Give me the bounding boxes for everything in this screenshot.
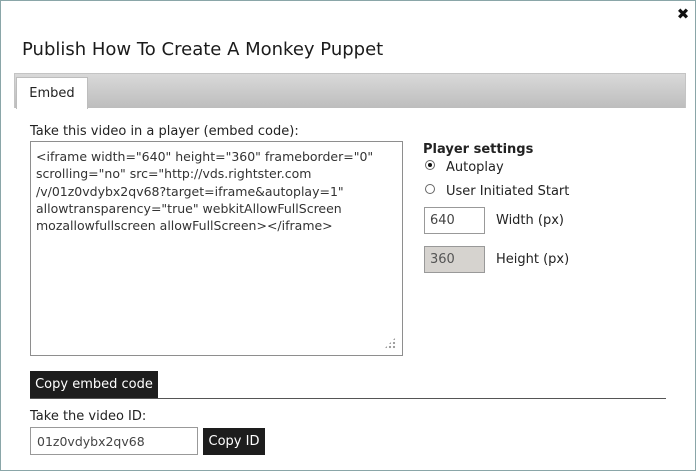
copy-embed-code-button[interactable]: Copy embed code xyxy=(30,371,158,398)
close-icon[interactable]: ✖ xyxy=(676,7,690,22)
copy-id-button[interactable]: Copy ID xyxy=(203,428,265,455)
width-input[interactable] xyxy=(424,207,485,234)
embed-code-label: Take this video in a player (embed code)… xyxy=(30,124,299,139)
height-label: Height (px) xyxy=(496,252,570,267)
autoplay-label[interactable]: Autoplay xyxy=(446,160,504,175)
video-id-input[interactable] xyxy=(30,427,198,455)
user-initiated-label[interactable]: User Initiated Start xyxy=(446,184,569,199)
height-input xyxy=(424,246,485,273)
player-settings-title: Player settings xyxy=(423,142,534,157)
user-initiated-radio[interactable] xyxy=(425,184,435,194)
publish-dialog: ✖ Publish How To Create A Monkey Puppet … xyxy=(0,0,696,471)
tab-bar: Embed xyxy=(14,73,686,109)
autoplay-radio[interactable] xyxy=(425,160,435,170)
embed-code-textarea[interactable] xyxy=(30,141,403,356)
dialog-title: Publish How To Create A Monkey Puppet xyxy=(22,39,384,60)
tab-embed[interactable]: Embed xyxy=(16,77,88,109)
width-label: Width (px) xyxy=(496,213,564,228)
divider xyxy=(30,398,666,399)
video-id-label: Take the video ID: xyxy=(30,409,147,424)
